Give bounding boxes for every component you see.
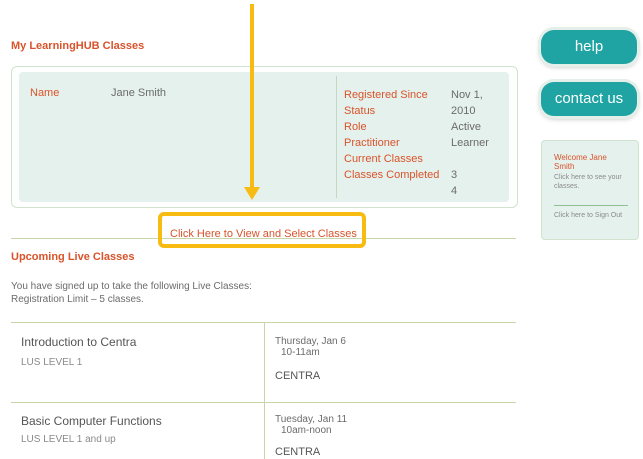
annotation-arrow-shaft	[250, 4, 254, 190]
classes-column-divider-2	[264, 402, 265, 459]
profile-detail-values: Nov 1, 2010 Active Learner 3 4	[451, 87, 509, 199]
classes-column-divider-1	[264, 322, 265, 402]
profile-detail-labels: Registered Since Status Role Practitione…	[344, 87, 439, 183]
top-band	[0, 0, 643, 36]
view-select-classes-link[interactable]: Click Here to View and Select Classes	[158, 212, 366, 248]
profile-card: Name Jane Smith Registered Since Status …	[11, 66, 518, 208]
welcome-divider	[554, 205, 628, 206]
classes-completed-label: Classes Completed	[344, 169, 440, 181]
profile-panel: Name Jane Smith Registered Since Status …	[19, 72, 509, 202]
role-label: Role	[344, 121, 367, 133]
upcoming-intro-line2: Registration Limit – 5 classes.	[11, 294, 144, 305]
registered-since-label: Registered Since	[344, 89, 428, 101]
class-type: CENTRA	[275, 446, 321, 458]
class-type: CENTRA	[275, 370, 321, 382]
profile-divider	[336, 76, 337, 198]
class-date: Tuesday, Jan 11	[275, 414, 348, 425]
name-value: Jane Smith	[111, 87, 167, 99]
class-schedule: Thursday, Jan 6 10-11am	[275, 336, 346, 358]
page-title: My LearningHUB Classes	[11, 40, 145, 52]
upcoming-intro: You have signed up to take the following…	[11, 280, 252, 306]
sign-out-link[interactable]: Click here to Sign Out	[554, 211, 624, 220]
annotation-arrow-head	[244, 187, 260, 200]
current-classes-value: 3	[451, 169, 458, 181]
welcome-panel: Welcome Jane Smith Click here to see you…	[541, 140, 639, 240]
class-date: Thursday, Jan 6	[275, 336, 346, 347]
registered-since-value: Nov 1, 2010	[451, 89, 483, 117]
welcome-title: Welcome Jane Smith	[554, 153, 607, 171]
classes-completed-value: 4	[451, 185, 458, 197]
class-level: LUS LEVEL 1 and up	[21, 434, 116, 445]
class-title[interactable]: Basic Computer Functions	[21, 414, 162, 428]
class-time: 10-11am	[281, 347, 320, 358]
practitioner-value	[451, 151, 509, 167]
practitioner-label: Practitioner	[344, 137, 400, 149]
upcoming-title: Upcoming Live Classes	[11, 251, 135, 263]
view-select-classes-label: Click Here to View and Select Classes	[170, 228, 357, 240]
class-level: LUS LEVEL 1	[21, 357, 83, 368]
help-button[interactable]: help	[541, 30, 637, 64]
current-classes-label: Current Classes	[344, 153, 423, 165]
upcoming-intro-line1: You have signed up to take the following…	[11, 281, 252, 292]
role-value: Learner	[451, 137, 489, 149]
status-label: Status	[344, 105, 376, 117]
status-value: Active	[451, 121, 481, 133]
class-time: 10am-noon	[281, 425, 332, 436]
view-your-classes-link[interactable]: Click here to see your classes.	[554, 173, 634, 191]
contact-us-button[interactable]: contact us	[541, 82, 637, 116]
class-schedule: Tuesday, Jan 11 10am-noon	[275, 414, 347, 436]
class-title[interactable]: Introduction to Centra	[21, 335, 136, 349]
name-label: Name	[30, 87, 60, 99]
